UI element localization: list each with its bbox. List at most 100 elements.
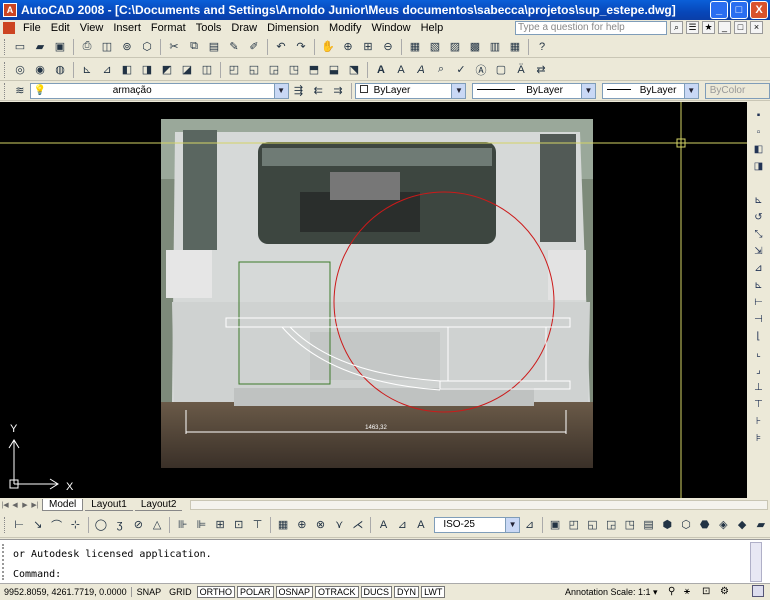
arc-length-icon[interactable]: ⌒ [48, 516, 65, 534]
wedge-icon[interactable]: ◨ [138, 61, 156, 79]
spelling-icon[interactable]: ✓ [452, 61, 470, 79]
undo-icon[interactable]: ↶ [272, 38, 290, 56]
save-icon[interactable]: ▣ [51, 38, 69, 56]
lwt-toggle[interactable]: LWT [421, 586, 446, 598]
paste-icon[interactable]: ▤ [205, 38, 223, 56]
cylinder-icon[interactable]: ◫ [198, 61, 216, 79]
3d-dwf-icon[interactable]: ⬡ [138, 38, 156, 56]
coordinates-display[interactable]: 9952.8059, 4261.7719, 0.0000 [0, 587, 132, 597]
search-icon[interactable]: ⌕ [670, 21, 683, 34]
section-icon[interactable]: ◳ [285, 61, 303, 79]
justify-text-icon[interactable]: Ä [512, 61, 530, 79]
snap-toggle[interactable]: SNAP [134, 586, 165, 598]
toolbar-grip[interactable] [4, 516, 7, 533]
dim-update-icon[interactable]: ⊿ [394, 516, 411, 534]
help-search-input[interactable]: Type a question for help [515, 21, 667, 35]
tab-layout1[interactable]: Layout1 [85, 499, 133, 511]
ortho-toggle[interactable]: ORTHO [196, 586, 235, 598]
menu-tools[interactable]: Tools [191, 22, 227, 34]
chevron-down-icon[interactable]: ▼ [683, 83, 698, 98]
ucs-icon[interactable]: ⊾ [78, 61, 96, 79]
ordinate-icon[interactable]: ⊹ [67, 516, 84, 534]
open-icon[interactable]: ▰ [31, 38, 49, 56]
zoom-realtime-icon[interactable]: ⊕ [339, 38, 357, 56]
dim-radius-icon[interactable]: ⊦ [751, 414, 767, 429]
clean-screen-icon[interactable] [752, 585, 764, 597]
scale-text-icon[interactable]: ▢ [492, 61, 510, 79]
subtract-icon[interactable]: ⬓ [325, 61, 343, 79]
single-text-icon[interactable]: A [392, 61, 410, 79]
free-orbit-icon[interactable]: ◉ [31, 61, 49, 79]
properties-icon[interactable]: ▦ [406, 38, 424, 56]
prev-tab-icon[interactable]: ◀ [10, 500, 20, 511]
print-icon[interactable]: ⎙ [78, 38, 96, 56]
command-line[interactable]: or Autodesk licensed application. Comman… [0, 539, 770, 583]
next-tab-icon[interactable]: ▶ [20, 500, 30, 511]
copy-object-icon[interactable]: ▫ [751, 125, 767, 140]
calculator-icon[interactable]: ▦ [506, 38, 524, 56]
inspection-icon[interactable]: ⊗ [312, 516, 329, 534]
menu-help[interactable]: Help [416, 22, 449, 34]
view-se-icon[interactable]: ⬣ [696, 516, 713, 534]
view-right-icon[interactable]: ◳ [622, 516, 639, 534]
text-style-icon[interactable]: Ⓐ [472, 61, 490, 79]
jogged-icon[interactable]: ʒ [111, 516, 128, 534]
rotate-icon[interactable]: ↺ [751, 210, 767, 225]
view-sw-icon[interactable]: ⬡ [678, 516, 695, 534]
help-icon[interactable]: ? [533, 38, 551, 56]
layer-dropdown[interactable]: 💡 armação ▼ [29, 82, 289, 99]
document-icon[interactable] [3, 22, 15, 34]
chevron-down-icon[interactable]: ▼ [273, 83, 288, 98]
grid-toggle[interactable]: GRID [166, 586, 195, 598]
mirror-icon[interactable]: ◧ [751, 142, 767, 157]
ucs-world-icon[interactable]: ⊿ [98, 61, 116, 79]
zoom-previous-icon[interactable]: ⊖ [379, 38, 397, 56]
close-button[interactable]: X [750, 1, 768, 19]
view-ne-icon[interactable]: ◈ [715, 516, 732, 534]
fillet-icon[interactable]: ⌞ [751, 346, 767, 361]
dim-diameter-icon[interactable]: ⊘ [130, 516, 147, 534]
tab-model[interactable]: Model [42, 499, 84, 511]
new-icon[interactable]: ▭ [11, 38, 29, 56]
chamfer-icon[interactable]: ⌊ [751, 329, 767, 344]
union-icon[interactable]: ⬒ [305, 61, 323, 79]
chevron-down-icon[interactable]: ▼ [580, 83, 595, 98]
dim-angular-icon[interactable]: ⊧ [751, 431, 767, 446]
design-center-icon[interactable]: ▧ [426, 38, 444, 56]
osnap-toggle[interactable]: OSNAP [275, 586, 314, 598]
menu-edit[interactable]: Edit [46, 22, 75, 34]
menu-format[interactable]: Format [146, 22, 191, 34]
zoom-window-icon[interactable]: ⊞ [359, 38, 377, 56]
communication-icon[interactable]: ☰ [686, 21, 699, 34]
tolerance-icon[interactable]: ▦ [275, 516, 292, 534]
find-icon[interactable]: ⌕ [432, 61, 450, 79]
make-current-layer-icon[interactable]: ⇶ [290, 82, 308, 100]
view-left-icon[interactable]: ◲ [603, 516, 620, 534]
redo-icon[interactable]: ↷ [292, 38, 310, 56]
dim-edit-icon[interactable]: ⋌ [350, 516, 367, 534]
offset-icon[interactable]: ◨ [751, 159, 767, 174]
command-grip[interactable] [2, 544, 8, 580]
continue-icon[interactable]: ⊞ [212, 516, 229, 534]
publish-icon[interactable]: ⊚ [118, 38, 136, 56]
array-icon[interactable] [751, 176, 767, 191]
chevron-down-icon[interactable]: ▼ [505, 517, 520, 532]
match-properties-icon[interactable]: ✎ [225, 38, 243, 56]
layer-previous-icon[interactable]: ⇇ [309, 82, 327, 100]
block-editor-icon[interactable]: ✐ [245, 38, 263, 56]
orbit-icon[interactable]: ◎ [11, 61, 29, 79]
dim-style-dropdown[interactable]: ISO-25 ▼ [434, 516, 521, 533]
tab-layout2[interactable]: Layout2 [134, 499, 183, 511]
lock-icon[interactable]: ⊡ [702, 586, 710, 597]
last-tab-icon[interactable]: ▶| [30, 500, 40, 511]
lineweight-dropdown[interactable]: ByLayer ▼ [601, 82, 699, 99]
view-bottom-icon[interactable]: ◱ [584, 516, 601, 534]
dim-style-icon[interactable]: A [413, 516, 430, 534]
doc-minimize-icon[interactable]: _ [718, 21, 731, 34]
toolbar-grip[interactable] [4, 61, 7, 78]
menu-insert[interactable]: Insert [108, 22, 146, 34]
drawing-canvas[interactable]: 1463,32 Y X [0, 102, 747, 498]
box-icon[interactable]: ◧ [118, 61, 136, 79]
erase-icon[interactable]: ▪ [751, 108, 767, 123]
dim-aligned-icon[interactable]: ⊤ [751, 397, 767, 412]
